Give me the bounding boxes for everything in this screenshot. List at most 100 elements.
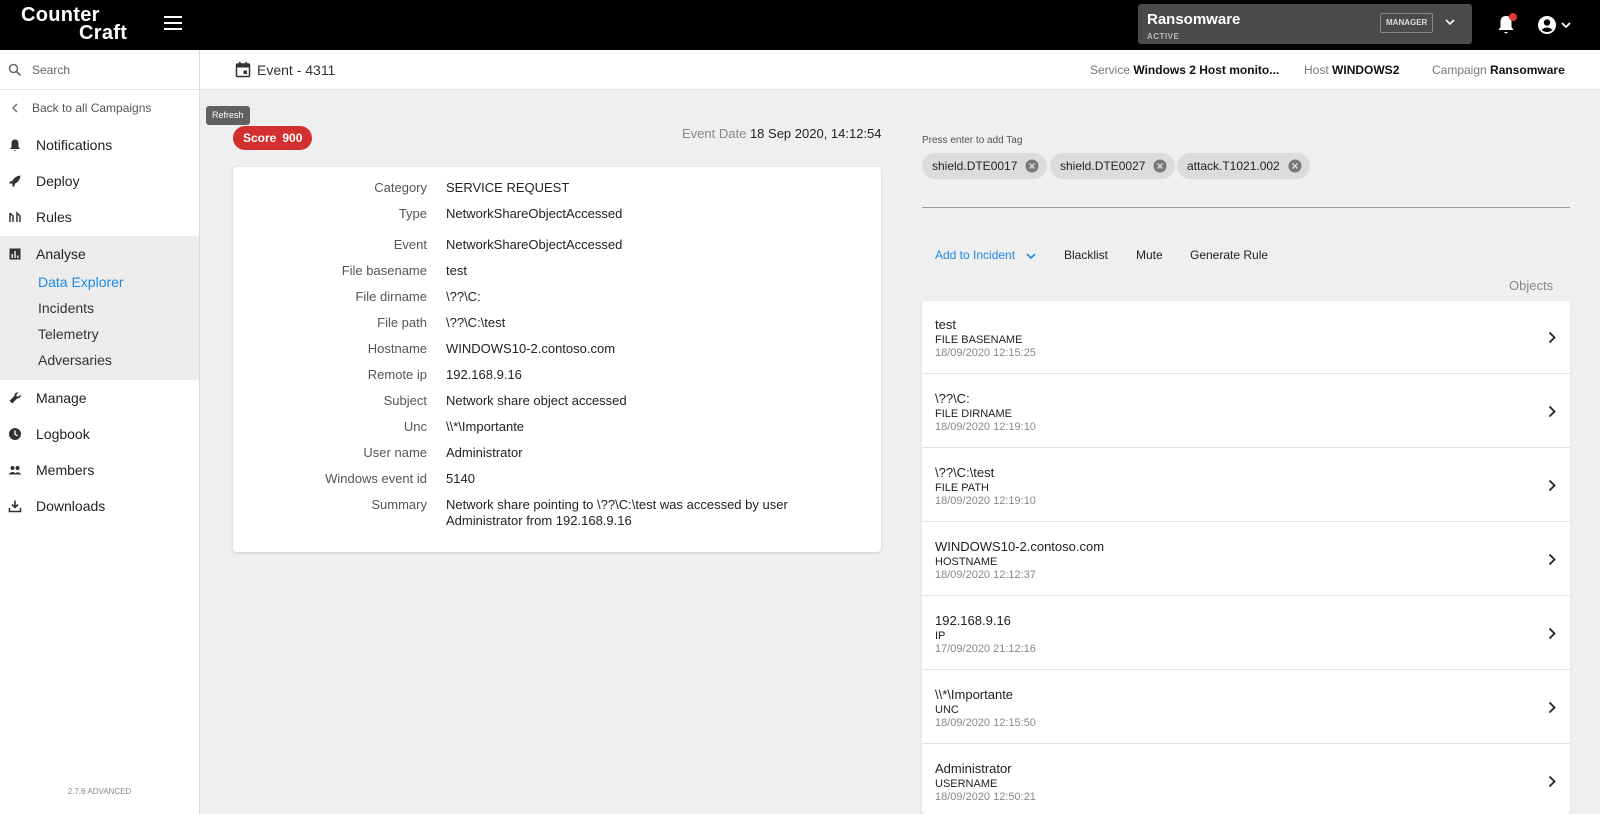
- object-type: USERNAME: [935, 778, 998, 790]
- sidebar-item-logbook[interactable]: Logbook: [0, 416, 199, 452]
- chevron-down-icon[interactable]: [1443, 15, 1457, 29]
- remove-tag-icon[interactable]: [1025, 159, 1039, 173]
- score-label: Score: [243, 131, 277, 145]
- list-item[interactable]: test FILE BASENAME 18/09/2020 12:15:25: [922, 301, 1570, 374]
- object-value: test: [935, 317, 956, 332]
- list-item[interactable]: 192.168.9.16 IP 17/09/2020 21:12:16: [922, 597, 1570, 670]
- tag-chip: shield.DTE0017: [922, 153, 1048, 179]
- detail-value: Administrator: [446, 445, 523, 460]
- sidebar-item-label: Deploy: [36, 173, 80, 189]
- list-item[interactable]: \??\C:\test FILE PATH 18/09/2020 12:19:1…: [922, 449, 1570, 522]
- countercraft-logo[interactable]: Counter Craft: [21, 5, 127, 43]
- mute-button[interactable]: Mute: [1136, 248, 1163, 262]
- page-title: Event - 4311: [257, 62, 336, 78]
- object-type: FILE PATH: [935, 482, 989, 494]
- sidebar-subitem-data-explorer[interactable]: Data Explorer: [38, 274, 124, 290]
- list-item[interactable]: \??\C: FILE DIRNAME 18/09/2020 12:19:10: [922, 375, 1570, 448]
- tag-label: shield.DTE0027: [1060, 159, 1146, 173]
- object-timestamp: 18/09/2020 12:50:21: [935, 791, 1036, 803]
- detail-key: Subject: [383, 393, 427, 408]
- detail-value: NetworkShareObjectAccessed: [446, 237, 623, 252]
- host-label: Host: [1304, 63, 1329, 77]
- object-value: \??\C:: [935, 391, 970, 406]
- score-badge[interactable]: Score 900: [233, 126, 313, 150]
- sidebar-item-label: Analyse: [36, 246, 86, 262]
- campaign-value[interactable]: Ransomware: [1490, 63, 1565, 77]
- sidebar-subitem-telemetry[interactable]: Telemetry: [38, 326, 99, 342]
- object-value: Administrator: [935, 761, 1012, 776]
- detail-value: \??\C:: [446, 289, 481, 304]
- event-date: Event Date 18 Sep 2020, 14:12:54: [682, 126, 882, 141]
- people-icon: [8, 466, 22, 475]
- event-date-value: 18 Sep 2020, 14:12:54: [749, 126, 882, 141]
- download-icon: [8, 500, 22, 513]
- service-label: Service: [1090, 63, 1131, 77]
- object-value: WINDOWS10-2.contoso.com: [935, 539, 1105, 554]
- search-input[interactable]: [32, 59, 192, 81]
- sidebar-item-notifications[interactable]: Notifications: [0, 127, 199, 163]
- chevron-right-icon: [1548, 479, 1556, 492]
- campaign-selector-status: ACTIVE: [1147, 32, 1180, 41]
- back-to-campaigns-link[interactable]: Back to all Campaigns: [0, 94, 199, 122]
- tag-label: shield.DTE0017: [932, 159, 1018, 173]
- object-value: \\*\Importante: [935, 687, 1014, 702]
- campaign-selector[interactable]: Ransomware ACTIVE MANAGER: [1138, 4, 1472, 44]
- refresh-tooltip: Refresh: [206, 106, 250, 125]
- rocket-icon: [9, 175, 21, 187]
- sidebar-item-manage[interactable]: Manage: [0, 380, 199, 416]
- object-timestamp: 18/09/2020 12:19:10: [935, 495, 1036, 507]
- chevron-right-icon: [1548, 331, 1556, 344]
- sidebar-subitem-adversaries[interactable]: Adversaries: [38, 352, 112, 368]
- detail-value: WINDOWS10-2.contoso.com: [446, 341, 616, 356]
- rules-icon: [9, 211, 21, 222]
- clock-icon: [9, 428, 21, 440]
- sidebar-item-label: Rules: [36, 209, 72, 225]
- detail-value: \??\C:\test: [446, 315, 506, 330]
- list-item[interactable]: Administrator USERNAME 18/09/2020 12:50:…: [922, 745, 1570, 814]
- app-version: 2.7.6 ADVANCED: [67, 787, 132, 796]
- host-value[interactable]: WINDOWS2: [1332, 63, 1399, 77]
- remove-tag-icon[interactable]: [1288, 159, 1302, 173]
- sidebar-subitem-incidents[interactable]: Incidents: [38, 300, 94, 316]
- chevron-left-icon: [12, 103, 18, 113]
- objects-section-label: Objects: [1509, 278, 1554, 293]
- campaign-label: Campaign: [1432, 63, 1487, 77]
- detail-key: Hostname: [367, 341, 427, 356]
- sidebar-item-deploy[interactable]: Deploy: [0, 163, 199, 199]
- detail-value: NetworkShareObjectAccessed: [446, 206, 623, 221]
- list-item[interactable]: WINDOWS10-2.contoso.com HOSTNAME 18/09/2…: [922, 523, 1570, 596]
- sidebar-item-analyse[interactable]: Analyse: [0, 236, 199, 272]
- object-timestamp: 18/09/2020 12:15:50: [935, 717, 1036, 729]
- detail-value: \\*\Importante: [446, 419, 525, 434]
- tag-chip: shield.DTE0027: [1050, 153, 1176, 179]
- detail-key: Unc: [403, 419, 427, 434]
- sidebar-search: [0, 50, 199, 90]
- service-info: Service Windows 2 Host monito...: [1090, 63, 1279, 77]
- blacklist-button[interactable]: Blacklist: [1064, 248, 1108, 262]
- sidebar-item-label: Notifications: [36, 137, 113, 153]
- sidebar-item-downloads[interactable]: Downloads: [0, 488, 199, 524]
- service-value[interactable]: Windows 2 Host monito...: [1133, 63, 1279, 77]
- role-badge: MANAGER: [1380, 13, 1434, 33]
- wrench-icon: [9, 392, 21, 404]
- detail-value: test: [446, 263, 467, 278]
- add-to-incident-button[interactable]: Add to Incident: [935, 248, 1036, 262]
- list-item[interactable]: \\*\Importante UNC 18/09/2020 12:15:50: [922, 671, 1570, 744]
- campaign-selector-name: Ransomware: [1147, 11, 1241, 28]
- generate-rule-button[interactable]: Generate Rule: [1190, 248, 1268, 262]
- hamburger-menu-icon[interactable]: [164, 16, 182, 30]
- chevron-right-icon: [1548, 701, 1556, 714]
- detail-key: Summary: [371, 497, 427, 512]
- object-value: 192.168.9.16: [935, 613, 1011, 628]
- chevron-right-icon: [1548, 627, 1556, 640]
- sidebar-item-members[interactable]: Members: [0, 452, 199, 488]
- tag-input-hint[interactable]: Press enter to add Tag: [922, 135, 1022, 146]
- object-timestamp: 18/09/2020 12:19:10: [935, 421, 1036, 433]
- remove-tag-icon[interactable]: [1153, 159, 1167, 173]
- chevron-right-icon: [1548, 553, 1556, 566]
- sidebar-item-rules[interactable]: Rules: [0, 199, 199, 235]
- detail-value: SERVICE REQUEST: [446, 180, 570, 195]
- account-icon[interactable]: [1536, 14, 1574, 36]
- score-value: 900: [282, 131, 303, 145]
- object-type: HOSTNAME: [935, 556, 998, 568]
